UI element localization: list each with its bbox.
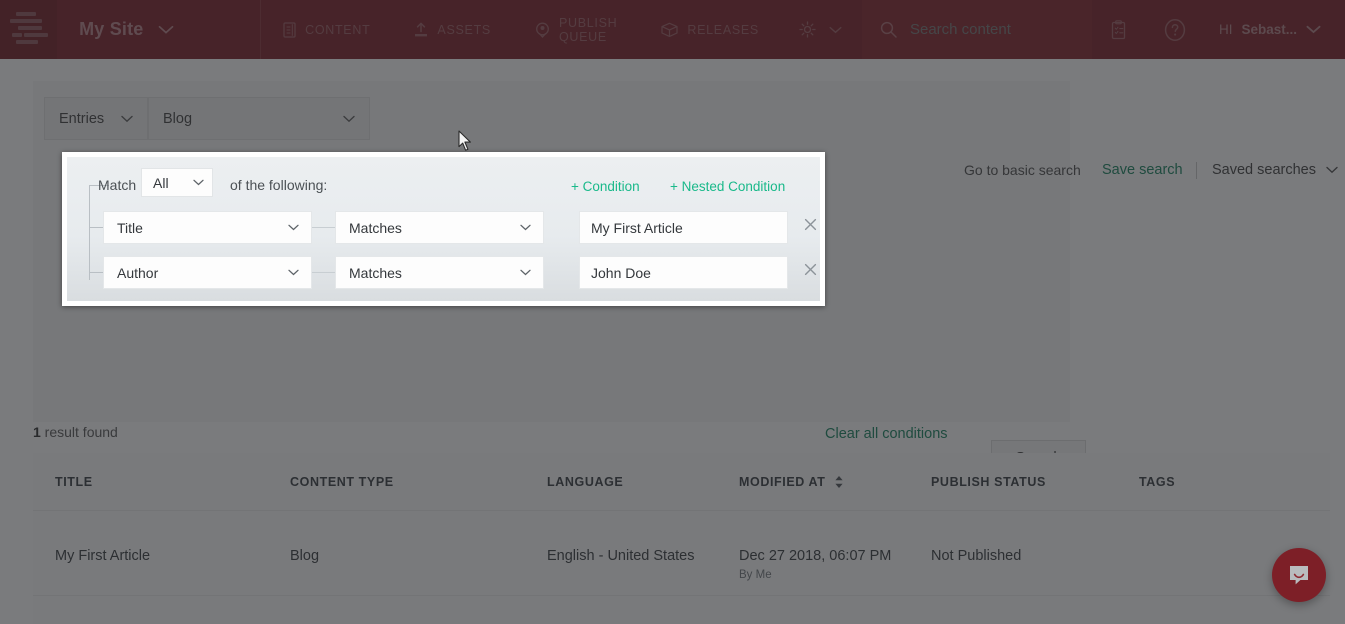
condition-builder-body: Match All of the following: + Condition … (67, 157, 820, 301)
condition-value-input[interactable]: My First Article (579, 211, 788, 244)
condition-row: Title Matches My First Article (67, 211, 820, 244)
chevron-down-icon (193, 179, 204, 186)
close-x-icon[interactable] (804, 218, 817, 231)
match-label: Match (98, 177, 137, 193)
condition-operator-select[interactable]: Matches (335, 211, 544, 244)
condition-field-value: Title (117, 219, 143, 236)
modal-overlay[interactable] (0, 0, 1345, 624)
condition-field-select[interactable]: Title (103, 211, 312, 244)
of-the-following-label: of the following: (230, 177, 328, 193)
match-mode-value: All (153, 174, 169, 191)
condition-operator-value: Matches (349, 219, 402, 236)
chevron-down-icon (520, 224, 531, 231)
chevron-down-icon (288, 224, 299, 231)
connector-segment (312, 272, 335, 273)
connector-segment (312, 227, 335, 228)
condition-builder-modal: Match All of the following: + Condition … (62, 152, 825, 306)
condition-operator-value: Matches (349, 264, 402, 281)
condition-field-value: Author (117, 264, 159, 281)
app-root: Entries Blog Search Go to basic search S… (0, 0, 1345, 624)
chat-launcher-button[interactable] (1272, 548, 1326, 602)
condition-row: Author Matches John Doe (67, 256, 820, 289)
chevron-down-icon (520, 269, 531, 276)
close-x-icon[interactable] (804, 263, 817, 276)
chat-bubble-icon (1286, 562, 1312, 588)
condition-value-input[interactable]: John Doe (579, 256, 788, 289)
match-mode-select[interactable]: All (141, 168, 213, 197)
add-nested-condition-link[interactable]: + Nested Condition (670, 179, 785, 194)
add-condition-link[interactable]: + Condition (571, 179, 640, 194)
mouse-pointer-icon (458, 130, 473, 152)
chevron-down-icon (288, 269, 299, 276)
condition-field-select[interactable]: Author (103, 256, 312, 289)
condition-operator-select[interactable]: Matches (335, 256, 544, 289)
